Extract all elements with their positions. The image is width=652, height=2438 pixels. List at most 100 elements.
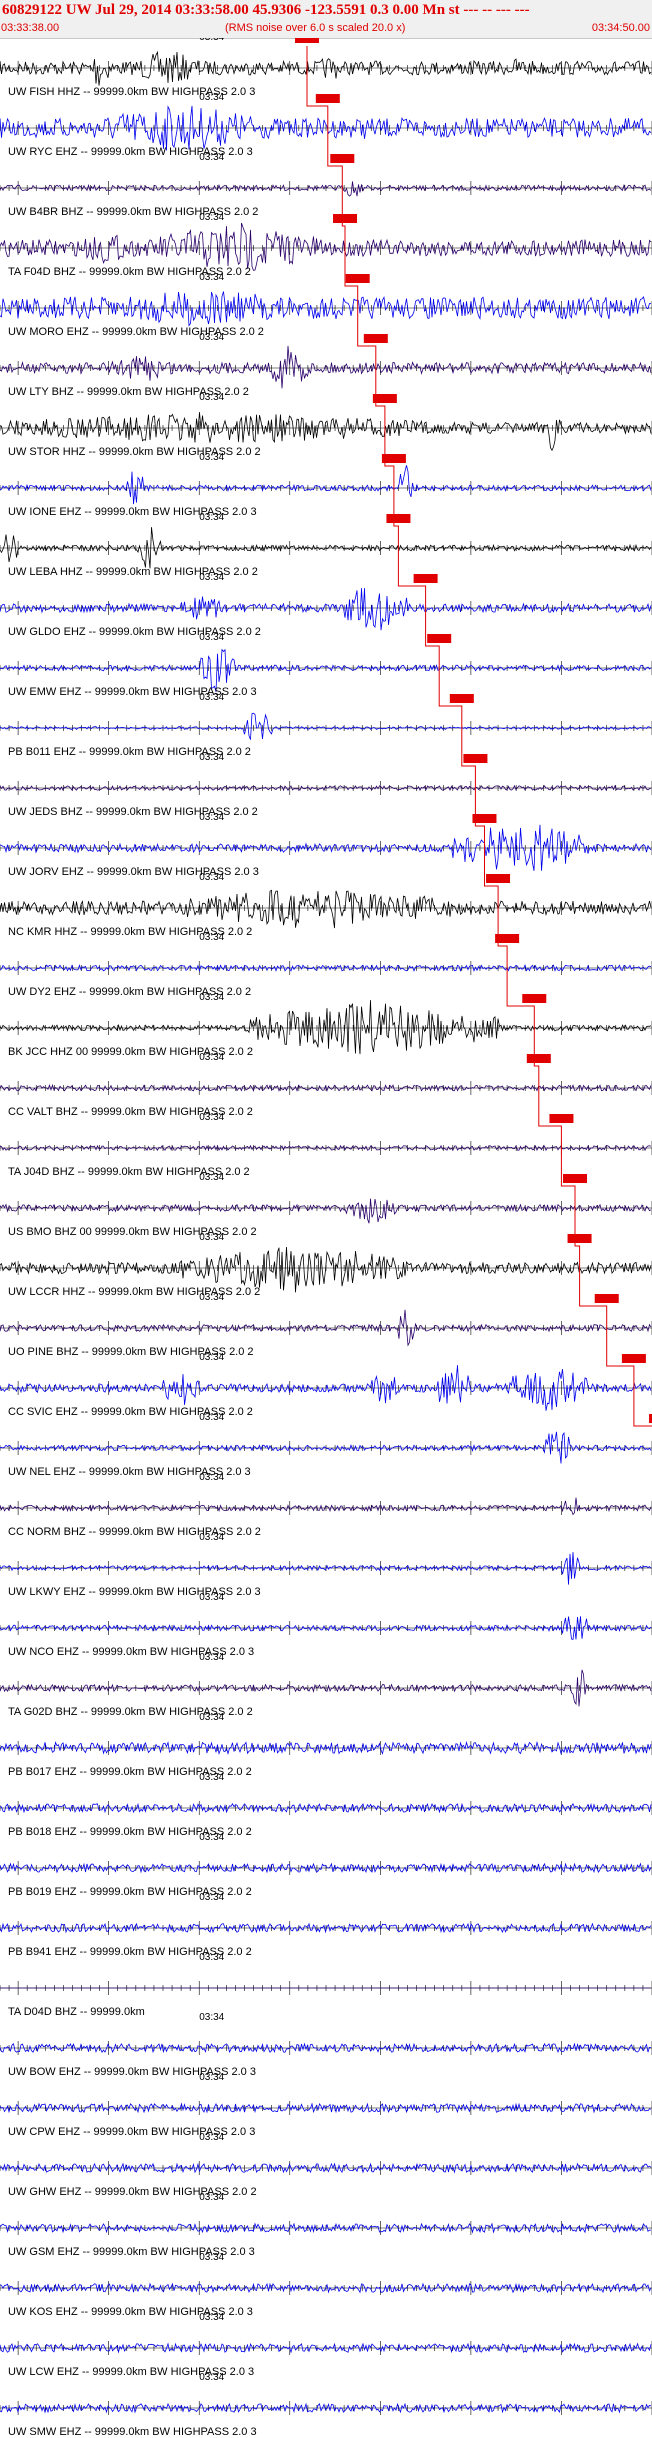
trace-28: 03:34PB B017 EHZ -- 99999.0km BW HIGHPAS… — [0, 1712, 652, 1778]
pick-marker — [363, 334, 388, 343]
minute-label: 03:34 — [199, 38, 224, 43]
trace-16: 03:34BK JCC HHZ 00 99999.0km BW HIGHPASS… — [0, 992, 652, 1058]
pick-marker — [413, 574, 438, 583]
pick-marker — [333, 214, 358, 223]
waveform — [0, 588, 652, 631]
minute-label: 03:34 — [199, 1412, 224, 1423]
trace-20: 03:34UW LCCR HHZ -- 99999.0km BW HIGHPAS… — [0, 1232, 652, 1298]
minute-label: 03:34 — [199, 1352, 224, 1363]
trace-22: 03:34CC SVIC EHZ -- 99999.0km BW HIGHPAS… — [0, 1352, 652, 1418]
pick-marker — [495, 934, 520, 943]
waveform — [0, 1497, 652, 1516]
trace-12: 03:34UW JEDS BHZ -- 99999.0km BW HIGHPAS… — [0, 752, 652, 818]
trace-31: 03:34PB B941 EHZ -- 99999.0km BW HIGHPAS… — [0, 1892, 652, 1958]
minute-label: 03:34 — [199, 572, 224, 583]
trace-38: 03:34UW LCW EHZ -- 99999.0km BW HIGHPASS… — [0, 2312, 652, 2378]
seismogram-plot: 03:34UW FISH HHZ -- 99999.0km BW HIGHPAS… — [0, 38, 652, 2438]
pick-marker — [372, 394, 397, 403]
minute-label: 03:34 — [199, 1232, 224, 1243]
minute-label: 03:34 — [199, 1292, 224, 1303]
minute-label: 03:34 — [199, 2372, 224, 2383]
trace-11: 03:34PB B011 EHZ -- 99999.0km BW HIGHPAS… — [0, 692, 652, 758]
trace-label: TA D04D BHZ -- 99999.0km — [8, 2006, 145, 2018]
trace-label: UW MORO EHZ -- 99999.0km BW HIGHPASS 2.0… — [8, 326, 264, 338]
trace-9: 03:34UW GLDO EHZ -- 99999.0km BW HIGHPAS… — [0, 572, 652, 638]
trace-18: 03:34TA J04D BHZ -- 99999.0km BW HIGHPAS… — [0, 1112, 652, 1178]
trace-2: 03:34UW B4BR BHZ -- 99999.0km BW HIGHPAS… — [0, 152, 652, 218]
trace-21: 03:34UO PINE BHZ -- 99999.0km BW HIGHPAS… — [0, 1292, 652, 1358]
pick-marker — [330, 154, 355, 163]
minute-label: 03:34 — [199, 1832, 224, 1843]
pick-marker — [567, 1234, 592, 1243]
pick-marker — [381, 454, 406, 463]
minute-label: 03:34 — [199, 1052, 224, 1063]
pick-marker — [472, 814, 497, 823]
trace-17: 03:34CC VALT BHZ -- 99999.0km BW HIGHPAS… — [0, 1052, 652, 1118]
minute-label: 03:34 — [199, 1952, 224, 1963]
pick-marker — [449, 694, 474, 703]
minute-label: 03:34 — [199, 1772, 224, 1783]
minute-label: 03:34 — [199, 332, 224, 343]
waveform — [0, 345, 652, 389]
pick-marker — [621, 1354, 646, 1363]
minute-label: 03:34 — [199, 2312, 224, 2323]
pick-marker — [526, 1054, 551, 1063]
waveform — [0, 181, 652, 197]
trace-7: 03:34UW IONE EHZ -- 99999.0km BW HIGHPAS… — [0, 452, 652, 518]
waveform — [0, 712, 652, 740]
trace-0: 03:34UW FISH HHZ -- 99999.0km BW HIGHPAS… — [0, 38, 652, 98]
minute-label: 03:34 — [199, 2252, 224, 2263]
minute-label: 03:34 — [199, 1532, 224, 1543]
trace-35: 03:34UW GHW EHZ -- 99999.0km BW HIGHPASS… — [0, 2132, 652, 2198]
minute-label: 03:34 — [199, 392, 224, 403]
trace-26: 03:34UW NCO EHZ -- 99999.0km BW HIGHPASS… — [0, 1592, 652, 1658]
pick-marker — [486, 874, 511, 883]
pick-marker — [294, 38, 319, 43]
minute-label: 03:34 — [199, 1652, 224, 1663]
waveform — [0, 1431, 652, 1464]
waveform — [0, 412, 652, 452]
waveform — [0, 465, 652, 505]
minute-label: 03:34 — [199, 692, 224, 703]
waveform — [0, 1309, 652, 1347]
minute-label: 03:34 — [199, 992, 224, 1003]
trace-27: 03:34TA G02D BHZ -- 99999.0km BW HIGHPAS… — [0, 1652, 652, 1718]
minute-label: 03:34 — [199, 1172, 224, 1183]
minute-label: 03:34 — [199, 2132, 224, 2143]
pick-marker — [315, 94, 340, 103]
trace-23: 03:34UW NEL EHZ -- 99999.0km BW HIGHPASS… — [0, 1412, 652, 1478]
minute-label: 03:34 — [199, 1472, 224, 1483]
minute-label: 03:34 — [199, 1892, 224, 1903]
trace-label: UW SMW EHZ -- 99999.0km BW HIGHPASS 2.0 … — [8, 2426, 257, 2438]
pick-marker — [594, 1294, 619, 1303]
arrival-curve — [306, 46, 652, 1427]
minute-label: 03:34 — [199, 152, 224, 163]
minute-label: 03:34 — [199, 812, 224, 823]
pick-marker — [563, 1174, 588, 1183]
trace-32: 03:34 TA D04D BHZ -- 99999.0km — [0, 1952, 652, 2018]
minute-label: 03:34 — [199, 1592, 224, 1603]
minute-label: 03:34 — [199, 1712, 224, 1723]
event-title: 60829122 UW Jul 29, 2014 03:33:58.00 45.… — [2, 2, 530, 18]
minute-label: 03:34 — [199, 632, 224, 643]
minute-label: 03:34 — [199, 452, 224, 463]
trace-19: 03:34US BMO BHZ 00 99999.0km BW HIGHPASS… — [0, 1172, 652, 1238]
trace-34: 03:34UW CPW EHZ -- 99999.0km BW HIGHPASS… — [0, 2072, 652, 2138]
end-time-label: 03:34:50.00 — [591, 22, 650, 34]
pick-marker — [522, 994, 547, 1003]
start-time-label: 03:33:38.00 — [1, 22, 60, 34]
trace-39: 03:34 UW SMW EHZ -- 99999.0km BW HIGHPASS… — [0, 2372, 652, 2438]
minute-label: 03:34 — [199, 872, 224, 883]
waveform — [0, 2102, 652, 2114]
trace-8: 03:34UW LEBA HHZ -- 99999.0km BW HIGHPAS… — [0, 512, 652, 578]
trace-13: 03:34UW JORV EHZ -- 99999.0km BW HIGHPAS… — [0, 812, 652, 878]
trace-33: 03:34UW BOW EHZ -- 99999.0km BW HIGHPASS… — [0, 2012, 652, 2078]
trace-29: 03:34PB B018 EHZ -- 99999.0km BW HIGHPAS… — [0, 1772, 652, 1838]
trace-24: 03:34CC NORM BHZ -- 99999.0km BW HIGHPAS… — [0, 1472, 652, 1538]
trace-37: 03:34UW KOS EHZ -- 99999.0km BW HIGHPASS… — [0, 2252, 652, 2318]
trace-30: 03:34PB B019 EHZ -- 99999.0km BW HIGHPAS… — [0, 1832, 652, 1898]
minute-label: 03:34 — [199, 2012, 224, 2023]
minute-label: 03:34 — [199, 1112, 224, 1123]
trace-5: 03:34UW LTY BHZ -- 99999.0km BW HIGHPASS… — [0, 332, 652, 398]
minute-label: 03:34 — [199, 2072, 224, 2083]
